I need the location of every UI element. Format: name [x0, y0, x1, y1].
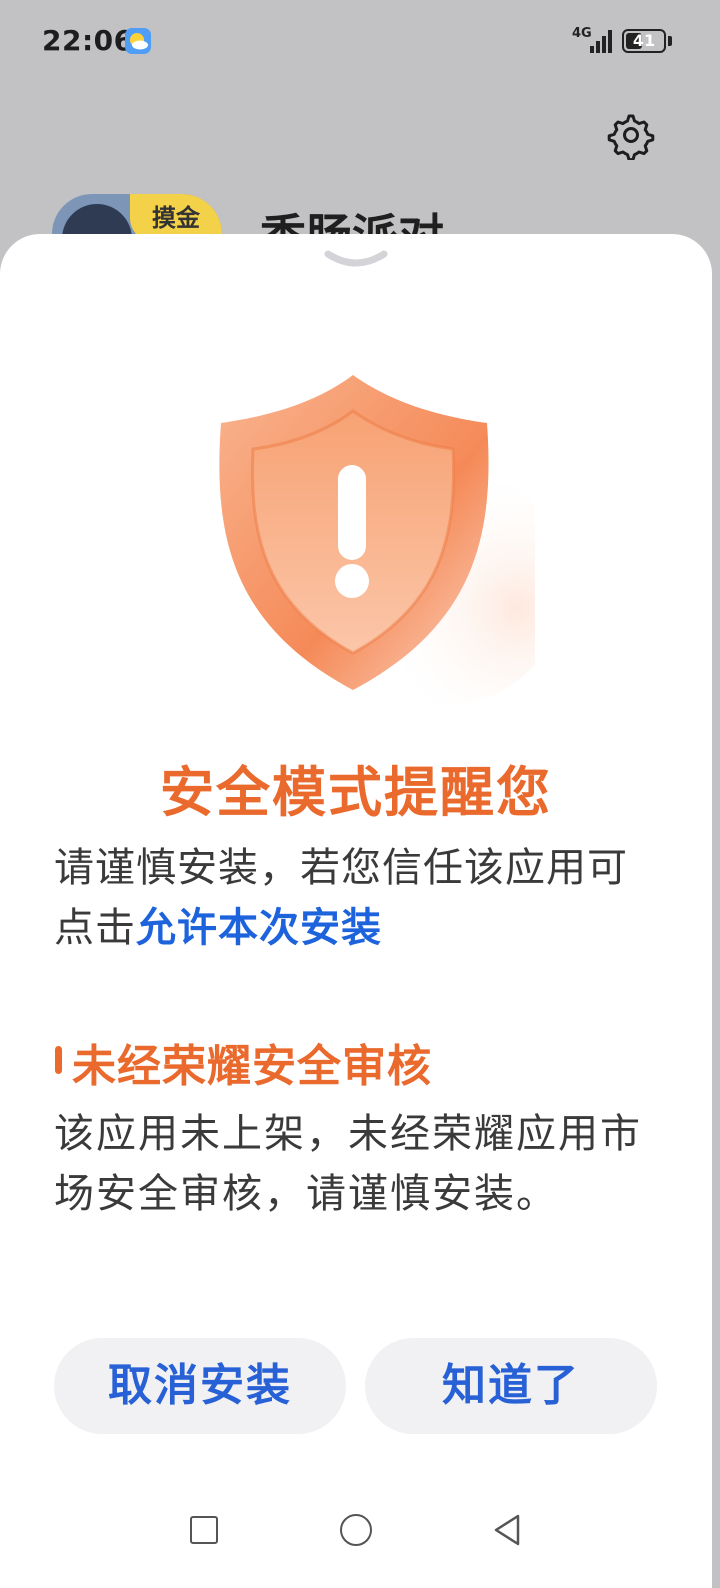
signal-bars-icon [590, 30, 612, 53]
dialog-description: 请谨慎安装，若您信任该应用可点击允许本次安装 [54, 838, 664, 958]
cancel-install-button[interactable]: 取消安装 [54, 1338, 346, 1434]
partly-sunny-icon [125, 28, 151, 54]
square-recents-icon[interactable] [190, 1516, 218, 1544]
status-time: 22:06 [42, 24, 134, 57]
chevron-down-icon[interactable] [322, 246, 390, 274]
dialog-title: 安全模式提醒您 [160, 761, 552, 824]
allow-install-link[interactable]: 允许本次安装 [136, 905, 382, 951]
battery-indicator: 41 [622, 29, 666, 53]
acknowledge-button[interactable]: 知道了 [365, 1338, 657, 1434]
battery-percent: 41 [632, 31, 656, 50]
battery-cap [668, 36, 672, 46]
screen: 22:06 4G 41 摸金 香肠派对 [0, 0, 720, 1588]
gear-icon[interactable] [606, 110, 656, 160]
status-bar: 22:06 4G 41 [0, 0, 720, 84]
circle-home-icon[interactable] [340, 1514, 372, 1546]
section-body: 该应用未上架，未经荣耀应用市场安全审核，请谨慎安装。 [54, 1111, 642, 1217]
section-accent-bar [55, 1046, 62, 1074]
triangle-back-icon[interactable] [490, 1512, 524, 1548]
shield-warning-icon [219, 375, 535, 705]
section-title: 未经荣耀安全审核 [72, 1041, 432, 1092]
